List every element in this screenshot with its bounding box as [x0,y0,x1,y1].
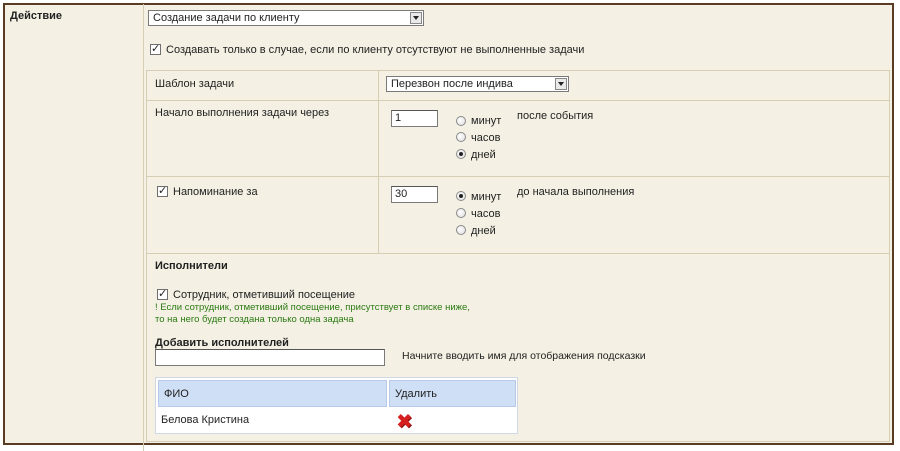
reminder-unit-hours-radio[interactable] [456,208,466,218]
close-icon[interactable]: ✖ [396,411,413,431]
section-label: Действие [10,10,62,22]
column-divider [143,4,144,451]
reminder-label: Напоминание за [173,186,258,198]
chevron-down-icon [410,12,422,24]
executors-note-line1: ! Если сотрудник, отметивший посещение, … [155,302,470,313]
column-header-delete: Удалить [389,380,516,407]
self-executor-label: Сотрудник, отметивший посещение [173,289,356,301]
executors-table: ФИО Удалить Белова Кристина ✖ [155,377,518,434]
add-executor-hint: Начните вводить имя для отображения подс… [402,350,646,362]
row-divider [146,100,890,101]
reminder-unit-hours-label: часов [471,208,501,220]
template-select-value: Перезвон после индива [391,78,513,90]
reminder-suffix: до начала выполнения [517,186,635,198]
action-select-value: Создание задачи по клиенту [153,12,300,24]
settings-col-divider [378,70,379,253]
self-executor-checkbox[interactable] [157,287,168,300]
start-unit-hours-radio[interactable] [456,132,466,142]
reminder-unit-days-label: дней [471,225,496,237]
chevron-down-icon [555,78,567,90]
add-executor-input[interactable] [155,349,385,366]
only-if-checkbox[interactable] [150,42,161,55]
start-value-input[interactable]: 1 [391,110,438,127]
row-divider [146,253,890,254]
start-label: Начало выполнения задачи через [155,107,330,119]
start-unit-minutes-radio[interactable] [456,116,466,126]
start-unit-days-radio[interactable] [456,149,466,159]
reminder-checkbox[interactable] [157,184,168,197]
template-label: Шаблон задачи [155,78,235,90]
action-select[interactable]: Создание задачи по клиенту [148,10,424,26]
start-suffix: после события [517,110,594,122]
column-header-name: ФИО [158,380,387,407]
start-unit-minutes-label: минут [471,115,502,127]
executors-title: Исполнители [155,260,228,272]
reminder-value-input[interactable]: 30 [391,186,438,203]
only-if-label: Создавать только в случае, если по клиен… [166,44,585,56]
executors-note-line2: то на него будет создана только одна зад… [155,314,354,325]
reminder-unit-minutes-label: минут [471,191,502,203]
start-unit-hours-label: часов [471,132,501,144]
add-executors-title: Добавить исполнителей [155,337,289,349]
reminder-unit-minutes-radio[interactable] [456,191,466,201]
row-divider [146,176,890,177]
table-row-name: Белова Кристина [161,414,250,426]
template-select[interactable]: Перезвон после индива [386,76,569,92]
reminder-unit-days-radio[interactable] [456,225,466,235]
start-unit-days-label: дней [471,149,496,161]
